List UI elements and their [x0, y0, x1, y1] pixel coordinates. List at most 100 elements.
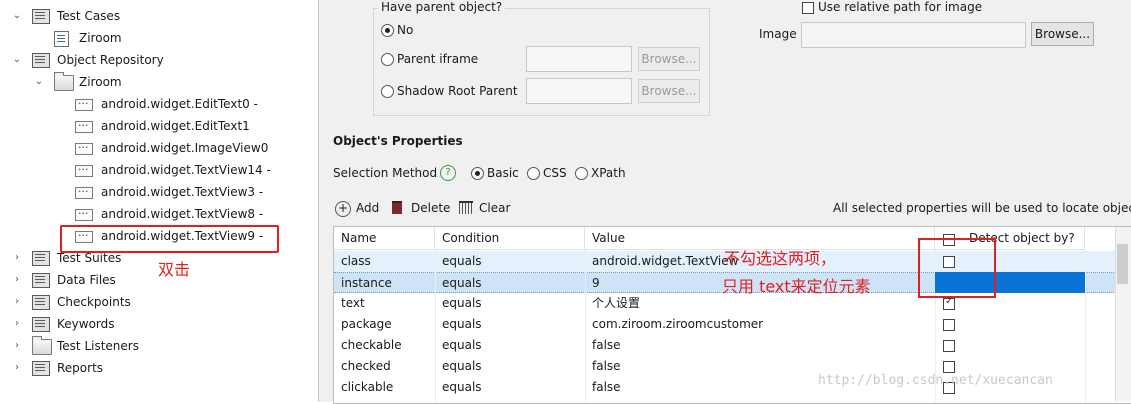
parent-group-legend: Have parent object?: [378, 0, 506, 14]
chevron-right-icon[interactable]: ›: [12, 335, 22, 357]
radio-css-label: CSS: [543, 166, 567, 180]
scrollbar-thumb[interactable]: [1117, 244, 1128, 284]
radio-no[interactable]: [381, 24, 394, 37]
image-browse-button[interactable]: Browse...: [1031, 22, 1094, 46]
cell-value: false: [592, 359, 621, 373]
cell-name: checked: [341, 359, 391, 373]
tree-label: Test Cases: [57, 9, 121, 23]
tree-label: android.widget.TextView14 -: [101, 163, 271, 177]
cell-condition: equals: [442, 276, 482, 290]
cell-name: text: [341, 296, 365, 310]
trash-icon: [392, 201, 402, 214]
cell-name: instance: [341, 276, 392, 290]
keywords-icon: [32, 317, 50, 332]
detect-checkbox[interactable]: [943, 340, 955, 352]
test-object-icon: [75, 181, 93, 203]
radio-basic-label: Basic: [487, 166, 519, 180]
column-divider: [435, 250, 436, 403]
image-label: Image: [759, 27, 797, 41]
annotation-line2: 只用 text来定位元素: [722, 277, 871, 296]
radio-css[interactable]: [527, 167, 540, 180]
test-object-icon: [75, 137, 93, 159]
tree-label: Object Repository: [57, 53, 164, 67]
plus-icon: +: [335, 201, 351, 217]
help-icon[interactable]: ?: [440, 165, 456, 181]
delete-label: Delete: [411, 201, 451, 215]
cell-condition: equals: [442, 254, 482, 268]
test-object-icon: [75, 93, 93, 115]
test-case-icon: [54, 31, 69, 47]
checkpoints-icon: [32, 295, 50, 310]
test-suites-icon: [32, 251, 50, 266]
cell-condition: equals: [442, 380, 482, 394]
radio-basic[interactable]: [471, 167, 484, 180]
cell-name: package: [341, 317, 392, 331]
reports-icon: [32, 361, 50, 376]
project-explorer: ⌄ Test Cases Ziroom ⌄ Object Repository …: [0, 0, 319, 402]
annotation-highlight-box: [60, 225, 279, 253]
radio-shadow-root[interactable]: [381, 85, 394, 98]
chevron-down-icon[interactable]: ⌄: [12, 49, 22, 71]
tree-label: Data Files: [57, 273, 116, 287]
column-header-condition[interactable]: Condition: [435, 227, 585, 250]
column-divider: [585, 250, 586, 403]
relative-path-checkbox[interactable]: [802, 2, 814, 14]
browse-shadow-button[interactable]: Browse...: [638, 79, 700, 103]
column-header-name[interactable]: Name: [334, 227, 435, 250]
radio-parent-iframe[interactable]: [381, 53, 394, 66]
clear-button[interactable]: Clear: [459, 200, 529, 218]
cell-value: 个人设置: [592, 296, 641, 310]
tree-label: Keywords: [57, 317, 115, 331]
tree-label: android.widget.EditText1: [101, 119, 250, 133]
chevron-right-icon[interactable]: ›: [12, 357, 22, 379]
tree-label: android.widget.TextView8 -: [101, 207, 264, 221]
relative-path-label: Use relative path for image: [818, 0, 983, 14]
watermark: http://blog.csdn.net/xuecancan: [818, 373, 1053, 388]
chevron-right-icon[interactable]: ›: [12, 269, 22, 291]
tree-label: Ziroom: [79, 75, 122, 89]
chevron-right-icon[interactable]: ›: [12, 291, 22, 313]
cell-name: checkable: [341, 338, 402, 352]
annotation-line1: 不勾选这两项，: [724, 249, 837, 268]
chevron-right-icon[interactable]: ›: [12, 313, 22, 335]
tree-label: android.widget.EditText0 -: [101, 97, 258, 111]
detect-checkbox-checked[interactable]: [943, 296, 955, 310]
shadow-root-input[interactable]: [526, 78, 632, 104]
detect-checkbox[interactable]: [943, 319, 955, 331]
cell-name: clickable: [341, 380, 394, 394]
chevron-right-icon[interactable]: ›: [12, 247, 22, 269]
clear-icon: [459, 201, 473, 214]
selection-method-label: Selection Method: [333, 166, 438, 180]
table-row[interactable]: package equals com.ziroom.ziroomcustomer: [334, 314, 1116, 335]
tree-label: android.widget.TextView3 -: [101, 185, 264, 199]
clear-label: Clear: [479, 201, 511, 215]
radio-shadow-root-label: Shadow Root Parent: [397, 84, 518, 98]
tree-label: android.widget.ImageView0: [101, 141, 269, 155]
cell-value: 9: [592, 276, 600, 290]
radio-xpath[interactable]: [575, 167, 588, 180]
browse-iframe-button[interactable]: Browse...: [638, 47, 700, 71]
annotation-highlight-box: [918, 238, 996, 298]
column-divider: [1085, 250, 1086, 403]
folder-icon: [54, 72, 74, 91]
object-repository-icon: [32, 53, 50, 68]
tree-label: Reports: [57, 361, 104, 375]
parent-iframe-input[interactable]: [526, 46, 632, 72]
radio-parent-iframe-label: Parent iframe: [397, 52, 479, 66]
cell-value: false: [592, 380, 621, 394]
chevron-down-icon[interactable]: ⌄: [34, 71, 44, 93]
folder-icon: [32, 336, 52, 355]
delete-button[interactable]: Delete: [392, 200, 462, 218]
properties-note: All selected properties will be used to …: [833, 201, 1131, 215]
cell-name: class: [341, 254, 371, 268]
image-path-input[interactable]: [801, 22, 1026, 48]
test-object-icon: [75, 159, 93, 181]
chevron-down-icon[interactable]: ⌄: [12, 5, 22, 27]
cell-condition: equals: [442, 317, 482, 331]
cell-condition: equals: [442, 338, 482, 352]
detect-checkbox[interactable]: [943, 361, 955, 373]
table-row[interactable]: checkable equals false: [334, 335, 1116, 356]
cell-value: com.ziroom.ziroomcustomer: [592, 317, 764, 331]
data-files-icon: [32, 273, 50, 288]
cell-condition: equals: [442, 296, 482, 310]
